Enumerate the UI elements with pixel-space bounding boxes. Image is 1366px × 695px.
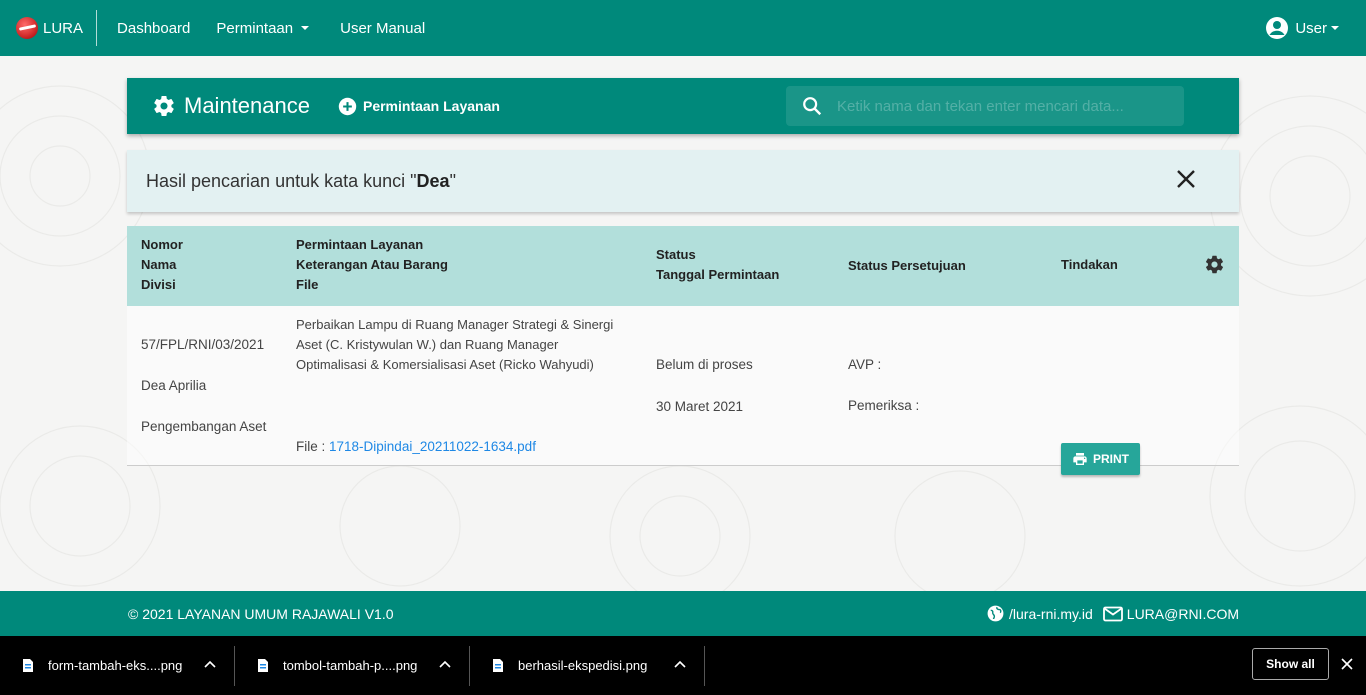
- file-icon: [258, 659, 268, 672]
- header-nama: Nama: [141, 257, 177, 272]
- globe-icon: [987, 605, 1004, 622]
- gear-icon: [1205, 255, 1224, 274]
- chevron-down-icon: [301, 26, 310, 30]
- header-divisi: Divisi: [141, 277, 176, 292]
- maintenance-header: Maintenance Permintaan Layanan: [127, 78, 1239, 134]
- footer: © 2021 LAYANAN UMUM RAJAWALI V1.0 /lura-…: [0, 591, 1366, 636]
- close-search-button[interactable]: [1175, 168, 1197, 195]
- brand[interactable]: LURA: [0, 10, 98, 46]
- footer-links: /lura-rni.my.id LURA@RNI.COM: [976, 604, 1239, 623]
- cell-file: File : 1718-Dipindai_20211022-1634.pdf: [296, 437, 536, 457]
- chevron-up-icon[interactable]: [439, 660, 451, 668]
- email-label: LURA@RNI.COM: [1126, 605, 1239, 622]
- table-row: 57/FPL/RNI/03/2021 Dea Aprilia Pengemban…: [127, 306, 1239, 475]
- header-status-persetujuan: Status Persetujuan: [848, 258, 966, 273]
- request-table: Nomor Nama Divisi Permintaan Layanan Ket…: [127, 226, 1239, 475]
- file-icon: [23, 659, 33, 672]
- gear-icon: [154, 96, 174, 117]
- cell-nama: Dea Aprilia: [141, 378, 207, 393]
- chevron-up-icon[interactable]: [204, 660, 216, 668]
- show-all-button[interactable]: Show all: [1252, 648, 1329, 680]
- top-navbar: LURA Dashboard Permintaan User Manual Us…: [0, 0, 1366, 56]
- email-link[interactable]: LURA@RNI.COM: [1102, 605, 1239, 622]
- page-title-text: Maintenance: [184, 93, 310, 118]
- header-nomor: Nomor: [141, 237, 183, 252]
- search-result-suffix: ": [449, 170, 456, 191]
- print-button[interactable]: PRINT: [1061, 443, 1140, 475]
- nav-permintaan[interactable]: Permintaan: [216, 19, 310, 37]
- nav-dashboard-label: Dashboard: [117, 19, 191, 37]
- mail-icon: [1102, 606, 1123, 621]
- cell-keterangan: Perbaikan Lampu di Ruang Manager Strateg…: [296, 315, 613, 375]
- cell-status: Belum di proses: [656, 357, 753, 372]
- file-icon: [493, 659, 503, 672]
- user-menu[interactable]: User: [1265, 16, 1339, 40]
- add-request-button[interactable]: Permintaan Layanan: [338, 97, 500, 116]
- close-icon: [1177, 169, 1195, 188]
- search-result-alert: Hasil pencarian untuk kata kunci "Dea": [127, 150, 1239, 212]
- cell-tanggal: 30 Maret 2021: [656, 399, 744, 414]
- print-label: PRINT: [1093, 452, 1129, 466]
- header-keterangan: Keterangan Atau Barang: [296, 257, 448, 272]
- keterangan-line: Aset (C. Kristywulan W.) dan Ruang Manag…: [296, 337, 559, 352]
- user-label: User: [1295, 19, 1327, 37]
- add-request-label: Permintaan Layanan: [362, 98, 500, 114]
- nav-permintaan-label: Permintaan: [216, 19, 294, 37]
- cell-nomor: 57/FPL/RNI/03/2021: [141, 337, 265, 352]
- cell-pemeriksa: Pemeriksa :: [848, 398, 920, 413]
- search-box: [786, 86, 1184, 126]
- nav-dashboard[interactable]: Dashboard: [117, 20, 190, 37]
- file-link[interactable]: 1718-Dipindai_20211022-1634.pdf: [329, 439, 536, 454]
- header-tanggal: Tanggal Permintaan: [656, 267, 780, 282]
- file-label: File :: [296, 439, 330, 454]
- search-keyword: Dea: [416, 170, 450, 191]
- header-permintaan: Permintaan Layanan: [296, 237, 424, 252]
- cell-avp: AVP :: [848, 357, 882, 372]
- keterangan-line: Optimalisasi & Komersialisasi Aset (Rick…: [296, 357, 594, 372]
- add-circle-icon: [338, 97, 357, 115]
- download-item[interactable]: berhasil-ekspedisi.png: [470, 645, 705, 686]
- header-file: File: [296, 277, 319, 292]
- download-bar: form-tambah-eks....png tombol-tambah-p..…: [0, 636, 1366, 695]
- website-link[interactable]: /lura-rni.my.id: [986, 604, 1093, 623]
- brand-name: LURA: [43, 19, 84, 37]
- page-title: Maintenance: [152, 93, 310, 119]
- footer-copyright: © 2021 LAYANAN UMUM RAJAWALI V1.0: [128, 605, 394, 622]
- brand-logo: [16, 17, 38, 39]
- header-col-status: Status Tanggal Permintaan: [656, 245, 779, 285]
- download-item[interactable]: form-tambah-eks....png: [0, 645, 235, 686]
- table-settings-button[interactable]: [1204, 254, 1225, 281]
- keterangan-line: Perbaikan Lampu di Ruang Manager Strateg…: [296, 317, 614, 332]
- chevron-up-icon[interactable]: [674, 660, 686, 668]
- cell-divisi: Pengembangan Aset: [141, 419, 267, 434]
- close-icon[interactable]: [1341, 658, 1353, 670]
- chevron-down-icon: [1331, 26, 1339, 30]
- download-filename: tombol-tambah-p....png: [283, 658, 418, 673]
- table-header: Nomor Nama Divisi Permintaan Layanan Ket…: [127, 226, 1239, 306]
- search-result-text: Hasil pencarian untuk kata kunci "Dea": [146, 171, 456, 192]
- header-tindakan: Tindakan: [1061, 257, 1118, 272]
- nav-user-manual-label: User Manual: [340, 19, 426, 37]
- search-input[interactable]: [837, 97, 1157, 115]
- nav-user-manual[interactable]: User Manual: [340, 20, 425, 37]
- website-label: /lura-rni.my.id: [1009, 605, 1093, 622]
- header-col-permintaan: Permintaan Layanan Keterangan Atau Baran…: [296, 235, 448, 295]
- download-filename: berhasil-ekspedisi.png: [518, 658, 648, 673]
- print-icon: [1073, 453, 1087, 465]
- download-filename: form-tambah-eks....png: [48, 658, 183, 673]
- header-col-nomor: Nomor Nama Divisi: [141, 235, 183, 295]
- account-circle-icon: [1266, 17, 1289, 39]
- download-item[interactable]: tombol-tambah-p....png: [235, 645, 470, 686]
- header-status: Status: [656, 247, 696, 262]
- search-icon: [803, 97, 822, 116]
- search-result-prefix: Hasil pencarian untuk kata kunci ": [146, 170, 417, 191]
